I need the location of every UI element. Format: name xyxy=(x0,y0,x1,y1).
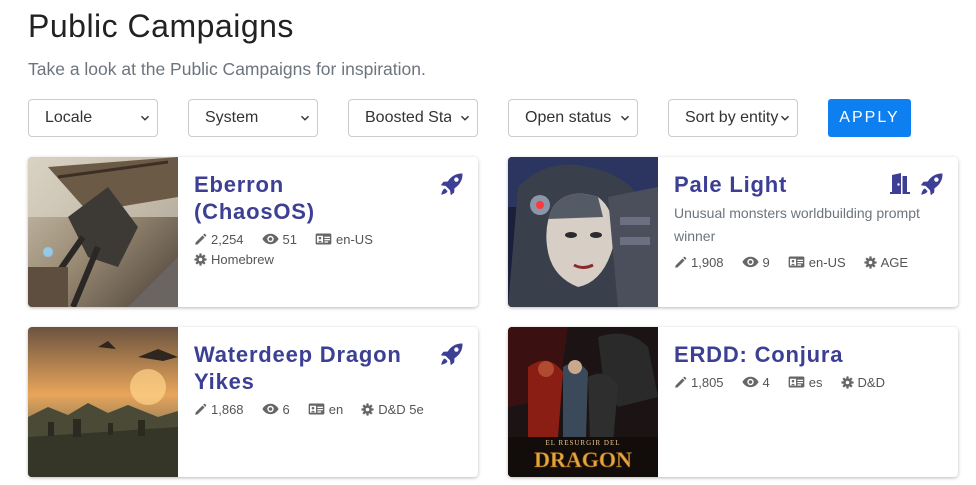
boosted-status-select[interactable]: Boosted Status xyxy=(348,99,478,137)
campaign-thumbnail[interactable] xyxy=(508,157,658,307)
campaign-status-icons xyxy=(888,172,944,196)
eye-icon xyxy=(262,403,279,415)
boosted-status-select-label: Boosted Status xyxy=(365,109,451,126)
campaign-thumbnail[interactable] xyxy=(28,157,178,307)
campaign-description: Unusual monsters worldbuilding prompt wi… xyxy=(674,205,920,244)
chevron-down-icon xyxy=(620,113,630,123)
view-count-value: 4 xyxy=(762,374,770,390)
entity-count-value: 1,868 xyxy=(211,401,244,417)
system-value: Homebrew xyxy=(211,251,274,267)
pencil-icon xyxy=(674,376,687,389)
view-count: 6 xyxy=(262,399,290,419)
rocket-icon xyxy=(920,172,944,196)
campaign-meta: 1,868 6 en D&D 5e xyxy=(194,399,464,419)
system-badge: D&D 5e xyxy=(361,399,424,419)
system-value: D&D 5e xyxy=(378,401,424,417)
campaign-title[interactable]: ERDD: Conjura xyxy=(674,341,944,368)
view-count-value: 9 xyxy=(762,254,770,270)
eye-icon xyxy=(742,256,759,268)
door-open-icon xyxy=(888,172,912,196)
cog-icon xyxy=(194,253,207,266)
entity-count: 1,805 xyxy=(674,372,724,392)
id-card-icon xyxy=(315,233,332,245)
open-status-select[interactable]: Open status xyxy=(508,99,638,137)
locale-value: en-US xyxy=(336,231,373,247)
campaign-meta: 2,254 51 en-US xyxy=(194,229,464,249)
view-count: 4 xyxy=(742,372,770,392)
pencil-icon xyxy=(674,256,687,269)
thumbnail-caption: EL RESURGIR DEL xyxy=(545,439,620,447)
campaign-thumbnail[interactable] xyxy=(28,327,178,477)
locale-badge: en xyxy=(308,399,343,419)
system-badge: Homebrew xyxy=(194,249,274,269)
rocket-icon xyxy=(440,172,464,196)
system-value: D&D xyxy=(857,374,885,390)
id-card-icon xyxy=(788,256,805,268)
id-card-icon xyxy=(308,403,325,415)
cog-icon xyxy=(864,256,877,269)
entity-count-value: 1,805 xyxy=(691,374,724,390)
locale-badge: es xyxy=(788,372,823,392)
entity-count: 1,868 xyxy=(194,399,244,419)
view-count-value: 51 xyxy=(282,231,298,247)
campaign-meta: 1,908 9 en-US AGE xyxy=(674,252,944,272)
cog-icon xyxy=(841,376,854,389)
campaign-title[interactable]: Eberron (ChaosOS) xyxy=(194,171,464,225)
chevron-down-icon xyxy=(140,113,150,123)
sort-select-label: Sort by entity xyxy=(685,109,779,126)
locale-value: es xyxy=(808,374,823,390)
locale-select[interactable]: Locale xyxy=(28,99,158,137)
view-count-value: 6 xyxy=(282,401,290,417)
campaign-card[interactable]: Eberron (ChaosOS) 2,254 51 en-US Homebre… xyxy=(28,157,478,307)
entity-count-value: 2,254 xyxy=(211,231,244,247)
campaign-thumbnail[interactable]: EL RESURGIR DEL DRAGON xyxy=(508,327,658,477)
locale-value: en xyxy=(328,401,344,417)
locale-select-label: Locale xyxy=(45,109,93,126)
system-select-label: System xyxy=(205,109,259,126)
chevron-down-icon xyxy=(780,113,790,123)
rocket-icon xyxy=(440,342,464,366)
pencil-icon xyxy=(194,403,207,416)
campaign-meta-system: Homebrew xyxy=(194,249,464,269)
entity-count-value: 1,908 xyxy=(691,254,724,270)
campaign-title[interactable]: Waterdeep Dragon Yikes xyxy=(194,341,464,395)
entity-count: 1,908 xyxy=(674,252,724,272)
entity-count: 2,254 xyxy=(194,229,244,249)
thumbnail-logo-text: DRAGON xyxy=(534,447,632,472)
page-title: Public Campaigns xyxy=(28,8,294,44)
id-card-icon xyxy=(788,376,805,388)
campaign-card[interactable]: EL RESURGIR DEL DRAGON ERDD: Conjura 1,8… xyxy=(508,327,958,477)
system-badge: D&D xyxy=(841,372,885,392)
locale-badge: en-US xyxy=(788,252,846,272)
open-status-select-label: Open status xyxy=(525,109,612,126)
eye-icon xyxy=(742,376,759,388)
cog-icon xyxy=(361,403,374,416)
system-value: AGE xyxy=(880,254,909,270)
system-badge: AGE xyxy=(864,252,908,272)
locale-value: en-US xyxy=(808,254,846,270)
view-count: 9 xyxy=(742,252,770,272)
chevron-down-icon xyxy=(300,113,310,123)
campaign-status-icons xyxy=(440,172,464,196)
campaign-status-icons xyxy=(440,342,464,366)
view-count: 51 xyxy=(262,229,297,249)
system-select[interactable]: System xyxy=(188,99,318,137)
locale-badge: en-US xyxy=(315,229,373,249)
campaign-meta: 1,805 4 es D&D xyxy=(674,372,944,392)
eye-icon xyxy=(262,233,279,245)
campaign-card[interactable]: Pale Light Unusual monsters worldbuildin… xyxy=(508,157,958,307)
chevron-down-icon xyxy=(460,113,470,123)
sort-select[interactable]: Sort by entity xyxy=(668,99,798,137)
campaign-card[interactable]: Waterdeep Dragon Yikes 1,868 6 en D&D 5e xyxy=(28,327,478,477)
pencil-icon xyxy=(194,233,207,246)
page-subtitle: Take a look at the Public Campaigns for … xyxy=(28,59,426,79)
apply-button[interactable]: APPLY xyxy=(828,99,911,137)
